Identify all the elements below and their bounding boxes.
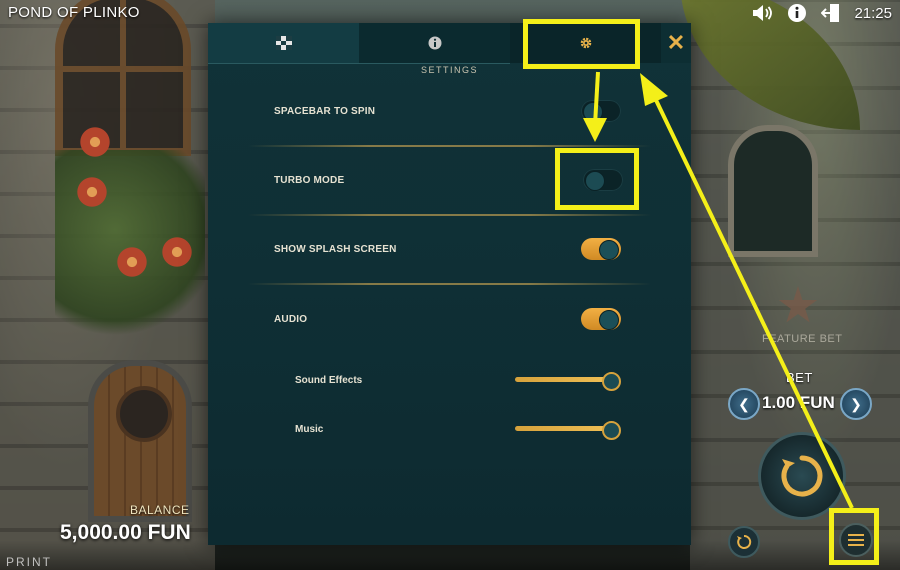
bet-value: 1.00 FUN <box>762 393 835 412</box>
setting-row-sound-effects: Sound Effects <box>295 365 621 395</box>
highlight-box-settings-tab <box>523 19 640 69</box>
divider <box>248 214 651 216</box>
turbo-label: TURBO MODE <box>274 174 345 186</box>
autoplay-button[interactable] <box>728 526 760 558</box>
print-label: PRINT <box>6 555 52 569</box>
spacebar-label: SPACEBAR TO SPIN <box>274 105 376 117</box>
slider-track <box>515 426 613 431</box>
sound-effects-label: Sound Effects <box>295 374 363 386</box>
tab-info[interactable] <box>359 23 510 64</box>
splash-label: SHOW SPLASH SCREEN <box>274 243 397 255</box>
bet-label: BET <box>786 370 813 385</box>
toggle-knob <box>599 240 619 260</box>
paytable-icon <box>275 36 292 50</box>
audio-toggle[interactable] <box>581 308 621 330</box>
close-button[interactable]: ✕ <box>661 23 691 63</box>
clock: 21:25 <box>854 4 892 22</box>
flower-decoration <box>75 175 109 209</box>
door-window <box>116 386 172 442</box>
audio-label: AUDIO <box>274 313 308 325</box>
spacebar-toggle[interactable] <box>581 100 621 122</box>
setting-row-spacebar: SPACEBAR TO SPIN <box>274 96 621 126</box>
balance-label: BALANCE <box>130 503 190 517</box>
slider-track <box>515 377 613 382</box>
music-slider[interactable] <box>515 419 621 440</box>
splash-toggle[interactable] <box>581 238 621 260</box>
feature-bet-label[interactable]: FEATURE BET <box>762 333 842 345</box>
divider <box>248 145 651 147</box>
game-title: POND OF PLINKO <box>8 4 140 21</box>
close-icon: ✕ <box>666 30 686 55</box>
bet-increase-button[interactable]: ❯ <box>840 388 872 420</box>
round-window-left <box>55 0 191 156</box>
wooden-door <box>88 360 192 522</box>
info-icon[interactable] <box>786 2 808 24</box>
bet-decrease-button[interactable]: ❮ <box>728 388 760 420</box>
highlight-box-turbo-toggle <box>555 148 639 210</box>
settings-modal: ✕ SETTINGS SPACEBAR TO SPIN TURBO MODE S… <box>208 23 691 545</box>
round-window-right <box>728 125 818 257</box>
flower-decoration <box>78 125 112 159</box>
speaker-icon[interactable] <box>752 2 774 24</box>
setting-row-music: Music <box>295 414 621 444</box>
setting-row-audio: AUDIO <box>274 304 621 334</box>
spin-icon <box>781 455 823 497</box>
setting-row-splash: SHOW SPLASH SCREEN <box>274 234 621 264</box>
toggle-knob <box>599 310 619 330</box>
spin-button[interactable] <box>758 432 846 520</box>
slider-thumb[interactable] <box>602 372 621 391</box>
autoplay-icon <box>737 534 752 549</box>
top-toolbar: 21:25 <box>752 2 892 24</box>
tab-paytable[interactable] <box>208 23 359 64</box>
slider-thumb[interactable] <box>602 421 621 440</box>
sound-effects-slider[interactable] <box>515 370 621 391</box>
chevron-right-icon: ❯ <box>850 395 862 412</box>
highlight-box-menu-button <box>829 508 879 565</box>
info-icon <box>428 36 441 50</box>
toggle-knob <box>583 102 603 122</box>
exit-icon[interactable] <box>820 2 842 24</box>
balance-value: 5,000.00 FUN <box>60 521 191 544</box>
flower-decoration <box>115 245 149 279</box>
music-label: Music <box>295 423 324 435</box>
flower-decoration <box>160 235 194 269</box>
chevron-left-icon: ❮ <box>738 395 750 412</box>
divider <box>248 283 651 285</box>
